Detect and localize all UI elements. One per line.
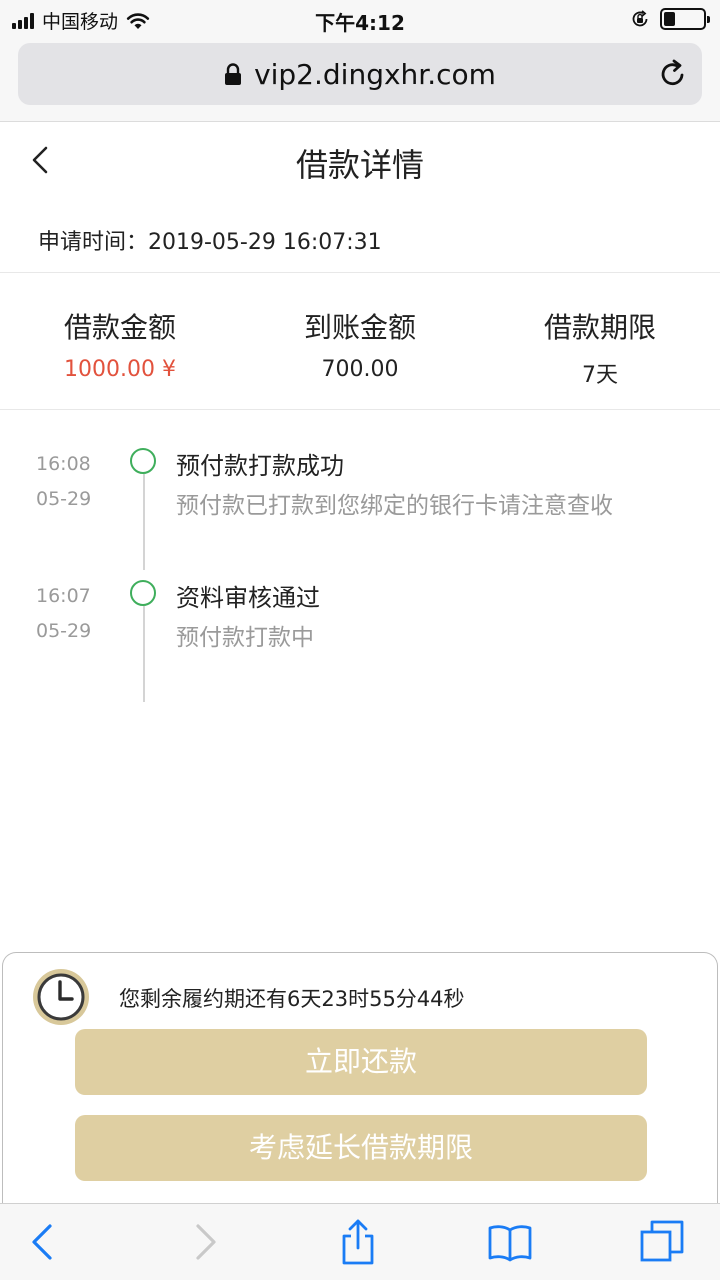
page: 中国移动 下午4:12 vip2.dingxhr.com 借款详情 申请时间：2…: [0, 0, 720, 1280]
battery-icon: [660, 8, 710, 30]
summary-value: 1000.00 ¥: [64, 357, 176, 382]
loan-summary: 借款金额 1000.00 ¥ 到账金额 700.00 借款期限 7天: [0, 305, 720, 405]
timeline-title: 预付款打款成功: [176, 452, 344, 480]
status-right: [630, 8, 710, 30]
summary-loan-amount: 借款金额 1000.00 ¥: [0, 305, 240, 405]
share-icon[interactable]: [334, 1218, 382, 1266]
apply-time: 申请时间：2019-05-29 16:07:31: [38, 230, 382, 255]
url-text: vip2.dingxhr.com: [254, 57, 496, 91]
timeline-desc: 预付款已打款到您绑定的银行卡请注意查收: [176, 493, 613, 519]
divider: [0, 409, 720, 410]
divider: [0, 272, 720, 273]
timeline-item: 16:07 05-29 资料审核通过 预付款打款中: [0, 572, 720, 704]
repay-now-button[interactable]: 立即还款: [75, 1029, 647, 1095]
clock-icon: [33, 969, 89, 1025]
timeline-title: 资料审核通过: [176, 584, 320, 612]
extend-term-button[interactable]: 考虑延长借款期限: [75, 1115, 647, 1181]
countdown-text: 您剩余履约期还有6天23时55分44秒: [119, 987, 465, 1011]
rotation-lock-icon: [632, 10, 648, 27]
repayment-panel: 您剩余履约期还有6天23时55分44秒 立即还款 考虑延长借款期限: [2, 952, 718, 1212]
timeline-line: [143, 474, 145, 570]
address-bar[interactable]: vip2.dingxhr.com: [18, 43, 702, 105]
browser-toolbar: [0, 1203, 720, 1280]
timeline-desc: 预付款打款中: [176, 625, 314, 651]
status-bar: 中国移动 下午4:12: [0, 0, 720, 38]
book-icon[interactable]: [486, 1218, 534, 1266]
timeline-item: 16:08 05-29 预付款打款成功 预付款已打款到您绑定的银行卡请注意查收: [0, 440, 720, 572]
timeline-dot: [130, 580, 156, 606]
summary-label: 借款金额: [63, 311, 176, 344]
timeline-date: 05-29: [36, 488, 92, 510]
address-content: vip2.dingxhr.com: [18, 43, 702, 105]
summary-label: 借款期限: [543, 311, 656, 344]
page-title: 借款详情: [295, 146, 424, 184]
summary-received-amount: 到账金额 700.00: [240, 305, 480, 405]
summary-label: 到账金额: [303, 311, 416, 344]
page-header: 借款详情: [0, 122, 720, 202]
summary-loan-term: 借款期限 7天: [480, 305, 720, 405]
timeline-time: 16:08: [36, 453, 91, 475]
progress-timeline: 16:08 05-29 预付款打款成功 预付款已打款到您绑定的银行卡请注意查收 …: [0, 440, 720, 704]
browser-address-area: vip2.dingxhr.com: [0, 38, 720, 122]
forward-arrow-icon[interactable]: [180, 1218, 228, 1266]
summary-value: 700.00: [321, 357, 399, 382]
reload-icon[interactable]: [658, 59, 688, 89]
summary-value: 7天: [582, 363, 618, 388]
tabs-icon[interactable]: [638, 1218, 686, 1266]
timeline-time: 16:07: [36, 585, 91, 607]
status-time: 下午4:12: [315, 11, 405, 35]
padlock-icon: [225, 63, 242, 85]
battery-level: [664, 12, 675, 26]
timeline-date: 05-29: [36, 620, 92, 642]
back-arrow-icon[interactable]: [20, 1218, 68, 1266]
timeline-line: [143, 606, 145, 702]
timeline-dot: [130, 448, 156, 474]
